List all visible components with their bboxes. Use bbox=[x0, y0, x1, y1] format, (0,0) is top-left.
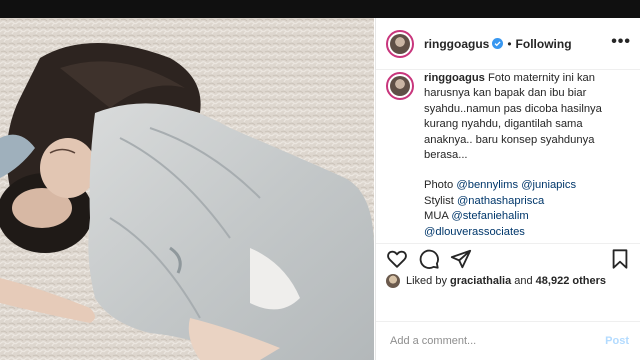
verified-badge-icon bbox=[492, 38, 504, 49]
caption-avatar[interactable] bbox=[386, 72, 414, 100]
top-bar bbox=[0, 0, 640, 18]
separator-dot: • bbox=[507, 36, 512, 51]
heart-icon[interactable] bbox=[386, 248, 408, 270]
more-icon[interactable]: ••• bbox=[611, 33, 631, 51]
action-bar bbox=[376, 243, 640, 273]
photo-illustration bbox=[0, 18, 374, 360]
caption-line: Foto maternity ini kan bbox=[488, 72, 595, 84]
comment-input[interactable] bbox=[388, 334, 592, 348]
caption-line: syahdu..namun pas dicoba hasilnya bbox=[424, 102, 602, 115]
author-avatar[interactable] bbox=[386, 29, 414, 58]
likes-summary: Liked by graciathalia and 48,922 others bbox=[386, 273, 606, 289]
caption-text: ringgoagus Foto maternity ini kan harusn… bbox=[424, 71, 629, 240]
caption-username[interactable]: ringgoagus bbox=[424, 72, 485, 84]
avatar-image bbox=[390, 76, 410, 96]
credit-mua: MUA @stefaniehalim bbox=[424, 209, 629, 224]
post-photo[interactable] bbox=[0, 18, 374, 360]
credit-handles[interactable]: @bennylims @juniapics bbox=[456, 179, 576, 191]
caption: ringgoagus Foto maternity ini kan harusn… bbox=[386, 71, 631, 240]
credit-label: Photo bbox=[424, 179, 454, 192]
liker-username[interactable]: graciathalia bbox=[450, 275, 511, 287]
avatar-image bbox=[390, 33, 410, 54]
caption-line: kurang nyahdu, digantilah sama bbox=[424, 118, 583, 131]
caption-line: anaknya.. baru konsep syahdunya bbox=[424, 133, 595, 146]
post-comment-button[interactable]: Post bbox=[605, 335, 629, 347]
liker-avatar[interactable] bbox=[386, 274, 400, 288]
credit-stylist: Stylist @nathashaprisca bbox=[424, 194, 629, 209]
credit-label: Stylist bbox=[424, 194, 454, 207]
caption-line: berasa... bbox=[424, 149, 468, 162]
likes-count[interactable]: 48,922 others bbox=[536, 275, 606, 287]
credit-handles[interactable]: @stefaniehalim bbox=[451, 210, 528, 222]
likes-connector: and bbox=[514, 275, 533, 287]
following-button[interactable]: Following bbox=[516, 37, 572, 51]
credit-label: MUA bbox=[424, 210, 449, 223]
share-icon[interactable] bbox=[450, 248, 472, 270]
credit-handles[interactable]: @dlouverassociates bbox=[424, 226, 525, 238]
likes-prefix: Liked by bbox=[406, 275, 447, 287]
comment-icon[interactable] bbox=[418, 248, 440, 270]
credit-agency: @dlouverassociates bbox=[424, 225, 629, 240]
post-header: ringgoagus • Following ••• bbox=[376, 18, 640, 70]
bookmark-icon[interactable] bbox=[609, 248, 631, 270]
author-username[interactable]: ringgoagus bbox=[424, 37, 489, 51]
credit-photo: Photo @bennylims @juniapics bbox=[424, 178, 629, 193]
caption-line: harusnya kan bapak dan ibu biar bbox=[424, 87, 587, 100]
comment-bar: Post bbox=[376, 321, 640, 360]
credit-handles[interactable]: @nathashaprisca bbox=[457, 195, 544, 207]
post-sidebar: ringgoagus • Following ••• ringgoagus Fo… bbox=[375, 18, 640, 360]
instagram-post: ringgoagus • Following ••• ringgoagus Fo… bbox=[0, 18, 640, 360]
